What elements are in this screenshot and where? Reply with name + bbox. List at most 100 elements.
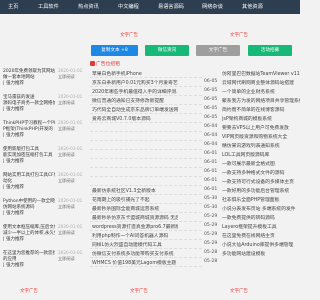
copy-text-button[interactable]: 复制文本 +8 — [91, 45, 138, 56]
ad-top-right[interactable]: 文字广告 — [230, 32, 248, 38]
list-item[interactable]: 06-04 — [90, 141, 217, 150]
wechat-news-button[interactable]: 微信资讯 — [145, 45, 189, 56]
list-item[interactable]: 一款好用的多功能后台管理系统 — [220, 186, 300, 195]
list-item[interactable]: LOL工具网页版源码库 — [220, 150, 300, 159]
list-item[interactable]: 06-01 — [90, 150, 217, 159]
list-item[interactable]: 要要去VPS以上用户可免费发放 — [220, 123, 300, 132]
list-item-title[interactable]: 在这里免费在线网络主页 — [222, 232, 300, 239]
list-item[interactable]: 仿微信支付系统多功能带购买支付系统 05-28 — [90, 249, 217, 258]
list-item[interactable]: WHMCS 价值198美元Lagom模板主题 05-28 — [90, 258, 217, 267]
nav-tools[interactable]: 工具软件 — [38, 0, 59, 14]
list-item[interactable]: 2020年哪些手机最值得入手的详细评测... 06-05 — [90, 87, 217, 96]
list-item-title[interactable]: 一款好用的多功能后台管理系统 — [222, 187, 300, 194]
list-item-title[interactable]: 聚系我方为发的网络项目共享管理系统 — [222, 97, 300, 104]
list-item-title[interactable]: VIP网页版资源和购物系统大全 — [222, 133, 300, 140]
nav-chinese-programming[interactable]: 中文编程 — [118, 0, 139, 14]
list-item-title[interactable]: 简约而不简单的在线博客源码 — [222, 106, 300, 113]
left-item-read[interactable]: 立即阅读 — [58, 126, 75, 132]
list-item[interactable]: 一个简单的企业财务系统 — [220, 87, 300, 96]
list-item-title[interactable]: WHMCS 价值198美元Lagom模板主题 — [92, 259, 178, 266]
nav-home[interactable]: 主页 — [8, 0, 18, 14]
left-item-read[interactable]: 立即阅读 — [58, 204, 75, 210]
list-item-title[interactable]: 要要去VPS以上用户可免费发放 — [222, 124, 300, 131]
left-item[interactable]: 2020年免费领取为其网站 做一套本地网站 | 强力推荐 2020-01-01 … — [0, 68, 82, 94]
ad-bottom-left[interactable]: 文字广告 — [20, 288, 38, 294]
list-item-title[interactable]: 爱奇云商城V0.7.0版本源码 — [92, 115, 178, 122]
list-item[interactable]: 一款免费提供的转码源码 — [220, 213, 300, 222]
nav-net-talk[interactable]: 网络杂谈 — [202, 0, 223, 14]
mid-list-header-label[interactable]: 广告位招租 — [96, 60, 120, 67]
left-item[interactable]: 宝马雷兹的发送 源码电子商务一款全网络仿 | 强力推荐 2020-01-01 立… — [0, 94, 82, 120]
list-item-title[interactable]: 花雨期上的吸引捕光了不起 — [92, 196, 178, 203]
list-item[interactable]: 06-04 — [90, 123, 217, 132]
nav-news[interactable]: 热点资讯 — [78, 0, 99, 14]
list-item-title[interactable]: 最新仿系统社区V1.3全新版本 — [92, 187, 178, 194]
list-item[interactable]: 最新秒杀仿京东卡盟城商城资源源码 无后门 05-29 — [90, 213, 217, 222]
list-item-title[interactable]: 小说分表发布页站 多端系统的发件 — [222, 205, 300, 212]
list-item-title[interactable]: 同样L仿火烈盛自动建模代码工具 — [92, 241, 178, 248]
left-item[interactable]: 网站实用工具打包工具CF你自 动化 | 强力推荐 2020-01-01 立即阅读 — [0, 172, 82, 198]
list-item[interactable]: 小说分表发布页站 多端系统的发件 — [220, 204, 300, 213]
list-item[interactable]: VIP网页版资源和购物系统大全 — [220, 132, 300, 141]
list-item[interactable]: 云域网代刷网商业整体源码站搭建 — [220, 78, 300, 87]
list-item-title[interactable]: 最新秒杀仿京东卡盟城商城资源源码 无后门 — [92, 214, 178, 221]
left-item-read[interactable]: 立即阅读 — [58, 230, 75, 236]
list-item-title[interactable]: 微信普通的通知已支持修改新提醒 — [92, 97, 178, 104]
ad-bottom-right[interactable]: 文字广告 — [230, 288, 248, 294]
list-item[interactable]: 同样L仿火烈盛自动建模代码工具 05-29 — [90, 240, 217, 249]
list-item[interactable]: 花雨期上的吸引捕光了不起 05-30 — [90, 195, 217, 204]
list-item-title[interactable]: LOL工具网页版源码库 — [222, 151, 300, 158]
list-item-title[interactable]: 精仿某讯游戏列表通知系统 — [222, 142, 300, 149]
list-item[interactable]: 一款支持多种格式文件的源码 — [220, 168, 300, 177]
list-item-title[interactable]: 云域网代刷网商业整体源码站搭建 — [222, 79, 300, 86]
left-item[interactable]: 在这里为您推荐的一款您找到 的应用 | 强力推荐 2020-01-01 立即阅读 — [0, 250, 82, 276]
list-item[interactable]: Layero框架提升模板工具 — [220, 222, 300, 231]
list-item-title[interactable]: 一款支持可行式设备的多媒体主页 — [222, 178, 300, 185]
text-ad-button[interactable]: 文字广告 — [196, 45, 240, 56]
list-item-title[interactable]: 最新秒杀国际全能商城运营系统 — [92, 205, 178, 212]
list-item[interactable]: 爱奇云商城V0.7.0版本源码 06-05 — [90, 114, 217, 123]
list-item[interactable]: jsP架构商城的模板系统 — [220, 114, 300, 123]
recruit-button[interactable]: 活动招募 — [248, 45, 292, 56]
list-item-title[interactable]: 京东白条新用户0.01元购买3个月爱奇艺黄... — [92, 79, 178, 86]
list-item[interactable]: 06-01 — [90, 168, 217, 177]
list-item-title[interactable]: wordpress资源打造真金源pro6.7最新版精修... — [92, 223, 178, 230]
left-item-read[interactable]: 立即阅读 — [58, 152, 75, 158]
list-item[interactable]: 一款可展示最新全格式图 — [220, 159, 300, 168]
left-item[interactable]: 使用新版打包工具 能实现加密压缩打包工具 | 强力推荐 2020-01-01 立… — [0, 146, 82, 172]
list-item-title[interactable]: jsP架构商城的模板系统 — [222, 115, 300, 122]
list-item-title[interactable]: Layero框架提升模板工具 — [222, 223, 300, 230]
left-item-read[interactable]: 立即阅读 — [58, 100, 75, 106]
list-item-title[interactable]: 一款可展示最新全格式图 — [222, 160, 300, 167]
left-item-read[interactable]: 立即阅读 — [58, 178, 75, 184]
list-item[interactable]: 巧代码全自动生成京东品牌订单端发送网站 06-05 — [90, 105, 217, 114]
ad-top-mid[interactable]: 文字广告 — [120, 32, 138, 38]
list-item[interactable]: 在这里免费在线网络主页 — [220, 231, 300, 240]
list-item-title[interactable]: 社非俱乐全面PHP管理面板 — [222, 196, 300, 203]
list-item[interactable]: 最新秒杀国际全能商城运营系统 05-30 — [90, 204, 217, 213]
list-item-title[interactable]: 仿微信支付系统多功能带购买支付系统 — [92, 250, 178, 257]
left-item[interactable]: ThinkPHP学习教程一个PH P框架(ThinkPHP)开发的 | 强力推荐… — [0, 120, 82, 146]
list-item-title[interactable]: 多功能网站建设模板 — [222, 250, 300, 257]
list-item[interactable]: 多功能网站建设模板 — [220, 249, 300, 258]
list-item[interactable]: 精仿某讯游戏列表通知系统 — [220, 141, 300, 150]
list-item[interactable]: 京东白条新用户0.01元购买3个月爱奇艺黄... 06-05 — [90, 78, 217, 87]
left-item[interactable]: Python中使用的—款全网络 仿网站系统源码 | 强力推荐 2020-01-0… — [0, 198, 82, 224]
list-item[interactable]: 一款支持可行式设备的多媒体主页 — [220, 177, 300, 186]
list-item[interactable]: 社非俱乐全面PHP管理面板 — [220, 195, 300, 204]
list-item[interactable]: 苹果白色新手机iPhone — [90, 69, 202, 78]
list-item[interactable]: 仿阿里巴巴数据站TeamViewer v11 — [220, 69, 300, 78]
list-item-title[interactable]: 一个简单的企业财务系统 — [222, 88, 300, 95]
list-item[interactable]: 最新仿系统社区V1.3全新版本 06-01 — [90, 186, 217, 195]
left-item-read[interactable]: 立即阅读 — [58, 74, 75, 80]
list-item-title[interactable]: 一款免费提供的转码源码 — [222, 214, 300, 221]
left-item-read[interactable]: 立即阅读 — [58, 256, 75, 262]
list-item-title[interactable]: 利用php制作一个AI问答机器人源码 — [92, 232, 178, 239]
list-item-title[interactable]: 苹果白色新手机iPhone — [92, 70, 178, 77]
list-item-title[interactable]: 仿阿里巴巴数据站TeamViewer v11 — [222, 70, 300, 77]
list-item[interactable]: 小说大仙Arduino库提供多端管理 — [220, 240, 300, 249]
left-item[interactable]: 使用文本框压缩库,压后文件 减少一半以上的体积,永久免费 | 强力推荐 2020… — [0, 224, 82, 250]
list-item[interactable]: 06-04 — [90, 132, 217, 141]
list-item-title[interactable]: 巧代码全自动生成京东品牌订单端发送网站 — [92, 106, 178, 113]
list-item[interactable]: 06-01 — [90, 177, 217, 186]
